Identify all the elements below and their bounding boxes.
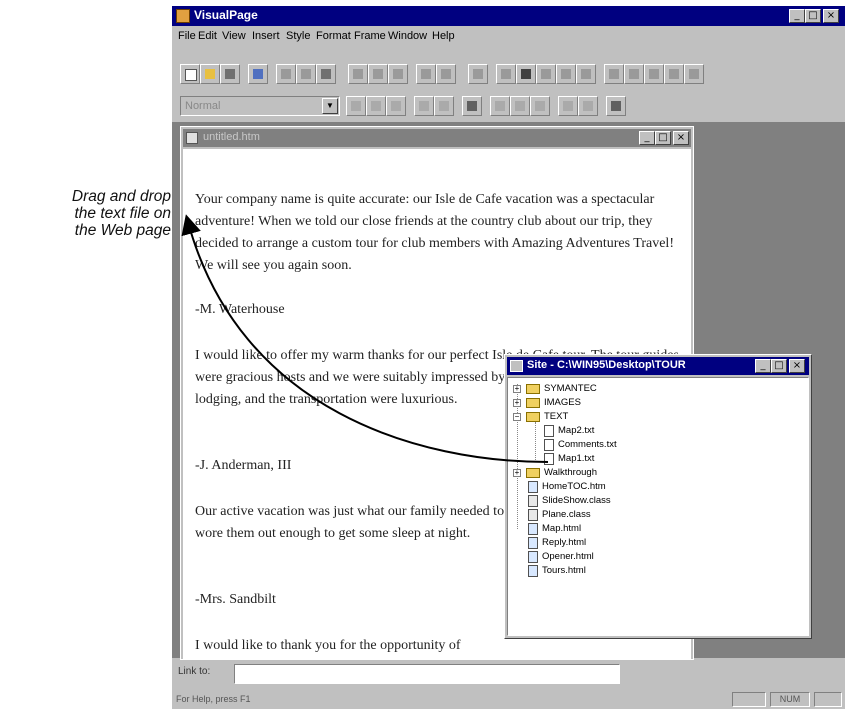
- drag-arrow: [181, 214, 549, 463]
- arrow-path: [181, 214, 549, 463]
